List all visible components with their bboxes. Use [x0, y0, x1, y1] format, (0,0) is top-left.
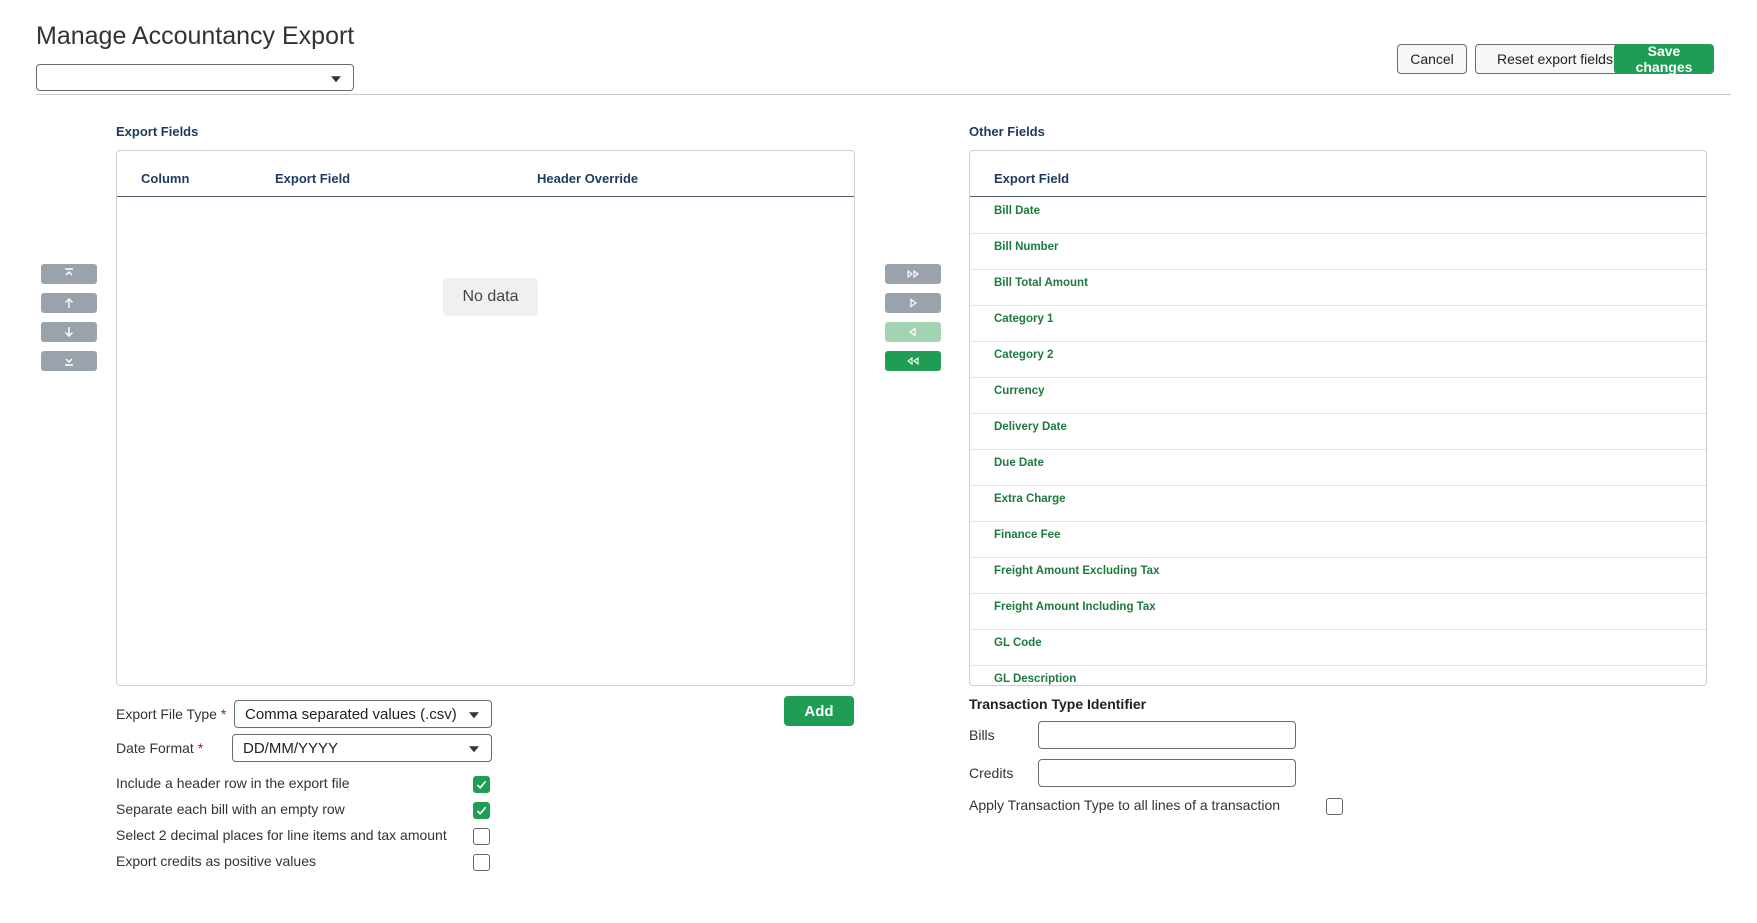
export-fields-title: Export Fields [116, 124, 199, 139]
option-label: Include a header row in the export file [116, 775, 350, 791]
other-fields-table: Export Field Bill Date Bill Number Bill … [969, 150, 1707, 686]
move-to-top-button[interactable] [41, 264, 97, 284]
save-changes-button[interactable]: Save changes [1614, 43, 1714, 75]
date-format-label-text: Date Format [116, 740, 194, 756]
header-divider [36, 94, 1731, 95]
list-item[interactable]: Bill Number [970, 234, 1706, 270]
column-header-column: Column [141, 171, 190, 186]
column-header-header-override: Header Override [537, 171, 639, 186]
move-to-top-icon [65, 268, 73, 276]
list-item[interactable]: Due Date [970, 450, 1706, 486]
move-left-icon [908, 327, 916, 337]
chevron-down-icon [469, 746, 479, 753]
checkmark-icon [476, 806, 487, 815]
column-header-export-field: Export Field [994, 171, 1070, 186]
required-mark: * [197, 740, 204, 756]
move-all-left-button[interactable] [885, 351, 941, 371]
no-data-placeholder: No data [443, 278, 538, 316]
separate-bill-checkbox[interactable] [473, 802, 490, 819]
list-item[interactable]: Category 1 [970, 306, 1706, 342]
move-right-button[interactable] [885, 293, 941, 313]
list-item[interactable]: Category 2 [970, 342, 1706, 378]
option-label: Select 2 decimal places for line items a… [116, 827, 447, 843]
apply-transaction-type-label: Apply Transaction Type to all lines of a… [969, 797, 1281, 813]
move-to-bottom-icon [65, 358, 73, 366]
export-fields-table: Column Export Field Header Override [116, 150, 855, 686]
column-header-export-field: Export Field [275, 171, 351, 186]
move-all-right-button[interactable] [885, 264, 941, 284]
move-up-button[interactable] [41, 293, 97, 313]
export-file-type-label-text: Export File Type [116, 706, 217, 722]
move-down-button[interactable] [41, 322, 97, 342]
list-item[interactable]: GL Code [970, 630, 1706, 666]
credits-label: Credits [969, 765, 1014, 781]
option-label: Export credits as positive values [116, 853, 316, 869]
other-fields-header: Export Field [970, 151, 1706, 197]
two-decimal-places-checkbox[interactable] [473, 828, 490, 845]
cancel-button[interactable]: Cancel [1397, 44, 1467, 74]
list-item[interactable]: Currency [970, 378, 1706, 414]
list-item[interactable]: Finance Fee [970, 522, 1706, 558]
required-mark: * [220, 706, 227, 722]
move-right-icon [910, 298, 918, 308]
checkmark-icon [476, 780, 487, 789]
chevron-down-icon [469, 712, 479, 719]
chevron-down-icon [331, 75, 341, 82]
page-title: Manage Accountancy Export [36, 22, 355, 50]
export-file-type-value: Comma separated values (.csv) [245, 705, 457, 723]
include-header-row-checkbox[interactable] [473, 776, 490, 793]
option-label: Separate each bill with an empty row [116, 801, 345, 817]
other-fields-list: Bill Date Bill Number Bill Total Amount … [970, 198, 1706, 685]
other-fields-title: Other Fields [969, 124, 1045, 139]
credits-positive-checkbox[interactable] [473, 854, 490, 871]
export-file-type-select[interactable]: Comma separated values (.csv) [234, 700, 492, 728]
move-all-right-icon [907, 269, 919, 279]
export-template-select[interactable] [36, 64, 354, 91]
move-all-left-icon [907, 356, 919, 366]
date-format-value: DD/MM/YYYY [243, 739, 339, 757]
list-item[interactable]: Bill Date [970, 198, 1706, 234]
move-up-icon [65, 298, 73, 308]
add-button[interactable]: Add [784, 696, 854, 726]
list-item[interactable]: Bill Total Amount [970, 270, 1706, 306]
move-left-button[interactable] [885, 322, 941, 342]
date-format-select[interactable]: DD/MM/YYYY [232, 734, 492, 762]
list-item[interactable]: Freight Amount Excluding Tax [970, 558, 1706, 594]
reset-export-fields-button[interactable]: Reset export fields [1475, 44, 1635, 74]
move-down-icon [65, 327, 73, 337]
list-item[interactable]: GL Description [970, 666, 1706, 685]
list-item[interactable]: Extra Charge [970, 486, 1706, 522]
list-item[interactable]: Delivery Date [970, 414, 1706, 450]
apply-transaction-type-checkbox[interactable] [1326, 798, 1343, 815]
transaction-type-title: Transaction Type Identifier [969, 696, 1147, 712]
bills-input[interactable] [1038, 721, 1296, 749]
export-file-type-label: Export File Type * [116, 706, 226, 722]
bills-label: Bills [969, 727, 995, 743]
credits-input[interactable] [1038, 759, 1296, 787]
export-fields-header: Column Export Field Header Override [117, 151, 854, 197]
move-to-bottom-button[interactable] [41, 351, 97, 371]
list-item[interactable]: Freight Amount Including Tax [970, 594, 1706, 630]
date-format-label: Date Format * [116, 740, 203, 756]
